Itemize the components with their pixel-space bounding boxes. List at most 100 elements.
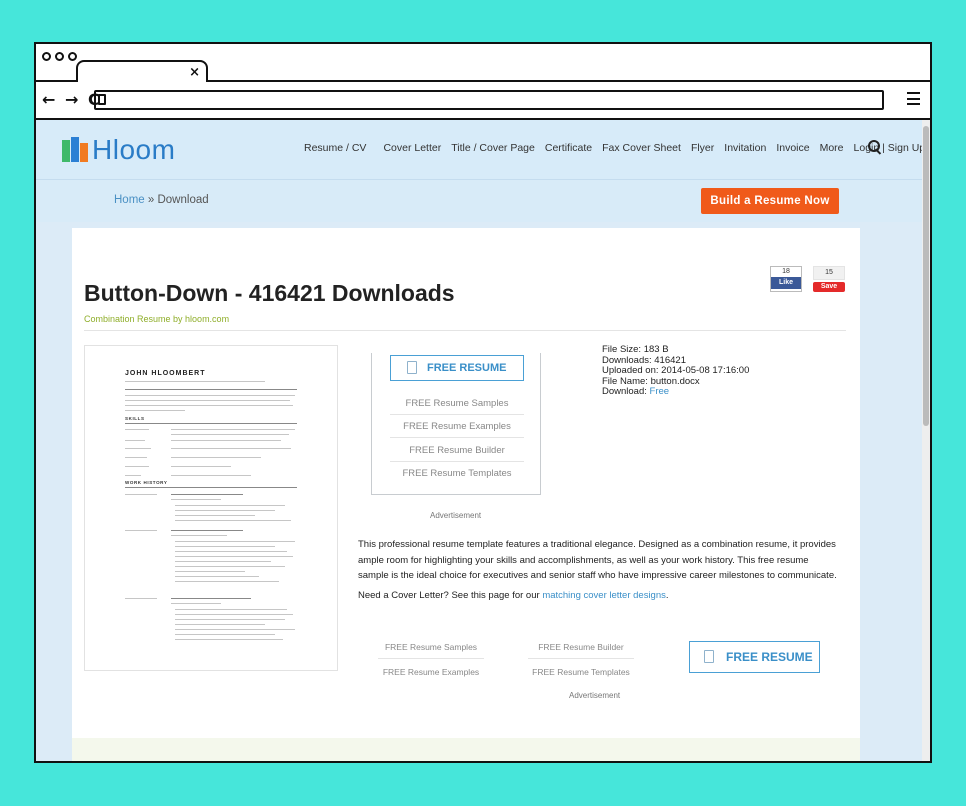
thumbnail-text-line bbox=[125, 410, 185, 411]
thumbnail-text-line bbox=[175, 561, 271, 562]
breadcrumb-home-link[interactable]: Home bbox=[114, 194, 145, 206]
ad-link-resume-templates[interactable]: FREE Resume Templates bbox=[390, 468, 524, 479]
thumbnail-text-line bbox=[175, 576, 259, 577]
thumbnail-text-line bbox=[125, 475, 141, 476]
thumbnail-text-line bbox=[125, 381, 265, 382]
thumbnail-text-line bbox=[175, 556, 293, 557]
site-header: Hloom Resume / CV Cover Letter Title / C… bbox=[36, 120, 926, 180]
advertisement-label: Advertisement bbox=[430, 511, 482, 520]
thumbnail-text-line bbox=[175, 546, 275, 547]
nav-item-title-cover-page[interactable]: Title / Cover Page bbox=[451, 142, 535, 154]
browser-toolbar: ← → C bbox=[36, 82, 930, 120]
pin-count: 15 bbox=[813, 266, 845, 280]
close-window-icon[interactable] bbox=[42, 52, 51, 61]
download-free-link[interactable]: Free bbox=[650, 386, 670, 397]
ad2-link-resume-builder[interactable]: FREE Resume Builder bbox=[528, 642, 634, 652]
navigation-buttons[interactable]: ← → C bbox=[42, 90, 102, 109]
page-icon bbox=[98, 94, 106, 105]
thumbnail-text-line bbox=[175, 581, 279, 582]
ad-link-resume-samples[interactable]: FREE Resume Samples bbox=[390, 398, 524, 409]
thumbnail-text-line bbox=[175, 571, 245, 572]
nav-item-invoice[interactable]: Invoice bbox=[776, 142, 809, 154]
breadcrumb-current: Download bbox=[157, 194, 209, 206]
thumbnail-text-line bbox=[171, 499, 221, 500]
browser-tab[interactable]: × bbox=[76, 60, 208, 84]
thumbnail-text-line bbox=[171, 440, 281, 441]
ad2-link-resume-templates[interactable]: FREE Resume Templates bbox=[528, 667, 634, 677]
scrollbar[interactable] bbox=[922, 120, 930, 761]
thumbnail-text-line bbox=[175, 634, 275, 635]
browser-window: × ← → C Hloom Resume / CV Cover Letter T… bbox=[34, 42, 932, 763]
nav-item-flyer[interactable]: Flyer bbox=[691, 142, 714, 154]
resume-thumbnail[interactable]: JOHN HLOOMBERT SKILLS WORK HISTORY bbox=[84, 345, 338, 671]
minimize-window-icon[interactable] bbox=[55, 52, 64, 61]
nav-item-certificate[interactable]: Certificate bbox=[545, 142, 592, 154]
tab-bar: × bbox=[36, 44, 930, 84]
thumbnail-text-line bbox=[125, 395, 295, 396]
site-logo[interactable]: Hloom bbox=[62, 134, 175, 166]
nav-item-more[interactable]: More bbox=[820, 142, 844, 154]
cover-letter-suffix: . bbox=[665, 590, 669, 601]
thumbnail-text-line bbox=[171, 466, 231, 467]
ad-link-divider bbox=[390, 461, 524, 462]
cover-letter-link[interactable]: matching cover letter designs bbox=[542, 590, 666, 601]
nav-item-invitation[interactable]: Invitation bbox=[724, 142, 766, 154]
address-bar[interactable] bbox=[94, 90, 884, 110]
download-label: Download: bbox=[602, 386, 650, 397]
free-resume-button-2-label: FREE RESUME bbox=[726, 650, 813, 664]
thumbnail-text-line bbox=[175, 520, 291, 521]
pin-save-label: Save bbox=[813, 282, 845, 292]
thumbnail-rule bbox=[125, 389, 297, 390]
window-controls[interactable] bbox=[42, 52, 77, 61]
template-description: This professional resume template featur… bbox=[358, 539, 837, 581]
ad2-link-resume-examples[interactable]: FREE Resume Examples bbox=[378, 667, 484, 677]
thumbnail-text-line bbox=[171, 429, 295, 430]
thumbnail-rule bbox=[125, 423, 297, 424]
thumbnail-text-line bbox=[171, 530, 243, 531]
nav-item-fax-cover-sheet[interactable]: Fax Cover Sheet bbox=[602, 142, 681, 154]
thumbnail-text-line bbox=[175, 624, 265, 625]
file-info: File Size: 183 B Downloads: 416421 Uploa… bbox=[602, 344, 750, 398]
search-icon[interactable] bbox=[868, 140, 882, 154]
maximize-window-icon[interactable] bbox=[68, 52, 77, 61]
download-row: Download: Free bbox=[602, 386, 749, 398]
ad2-link-resume-samples[interactable]: FREE Resume Samples bbox=[378, 642, 484, 652]
thumbnail-text-line bbox=[125, 466, 149, 467]
thumbnail-text-line bbox=[125, 440, 145, 441]
logo-mark-icon bbox=[62, 137, 88, 163]
thumbnail-text-line bbox=[175, 619, 285, 620]
free-resume-button-label: FREE RESUME bbox=[427, 362, 507, 374]
facebook-like-button[interactable]: 18 Like bbox=[770, 266, 802, 292]
page-subtitle: Combination Resume by hloom.com bbox=[84, 314, 230, 324]
pinterest-save-button[interactable]: 15 Save bbox=[813, 266, 845, 292]
upload-date: Uploaded on: 2014-05-08 17:16:00 bbox=[602, 365, 750, 376]
close-tab-icon[interactable]: × bbox=[189, 66, 200, 79]
advertisement-label-2: Advertisement bbox=[569, 691, 621, 700]
ad-link-resume-builder[interactable]: FREE Resume Builder bbox=[390, 445, 524, 456]
ad-link-divider bbox=[390, 437, 524, 438]
fb-like-count: 18 bbox=[782, 268, 790, 275]
thumbnail-text-line bbox=[175, 609, 287, 610]
nav-item-login-signup[interactable]: Login | Sign Up bbox=[854, 142, 926, 154]
file-size: File Size: 183 B bbox=[602, 344, 669, 355]
ad-link-resume-examples[interactable]: FREE Resume Examples bbox=[390, 421, 524, 432]
hamburger-menu-icon[interactable] bbox=[907, 92, 920, 105]
free-resume-button-2[interactable]: FREE RESUME bbox=[689, 641, 820, 673]
thumbnail-text-line bbox=[171, 598, 251, 599]
thumbnail-text-line bbox=[171, 457, 261, 458]
thumbnail-text-line bbox=[125, 429, 149, 430]
footer-strip bbox=[72, 738, 860, 761]
thumbnail-text-line bbox=[175, 629, 295, 630]
thumbnail-text-line bbox=[175, 639, 283, 640]
thumbnail-text-line bbox=[171, 494, 243, 495]
free-resume-button[interactable]: FREE RESUME bbox=[390, 355, 524, 381]
document-icon bbox=[407, 361, 417, 374]
thumbnail-text-line bbox=[125, 530, 157, 531]
nav-item-resume-cv[interactable]: Resume / CV bbox=[304, 142, 366, 154]
nav-item-cover-letter[interactable]: Cover Letter bbox=[383, 142, 441, 154]
scrollbar-thumb[interactable] bbox=[923, 126, 929, 426]
breadcrumb: Home » Download bbox=[114, 194, 209, 206]
build-resume-button[interactable]: Build a Resume Now bbox=[701, 188, 839, 214]
thumbnail-section-work: WORK HISTORY bbox=[125, 480, 168, 485]
ad2-link-divider bbox=[378, 658, 484, 659]
